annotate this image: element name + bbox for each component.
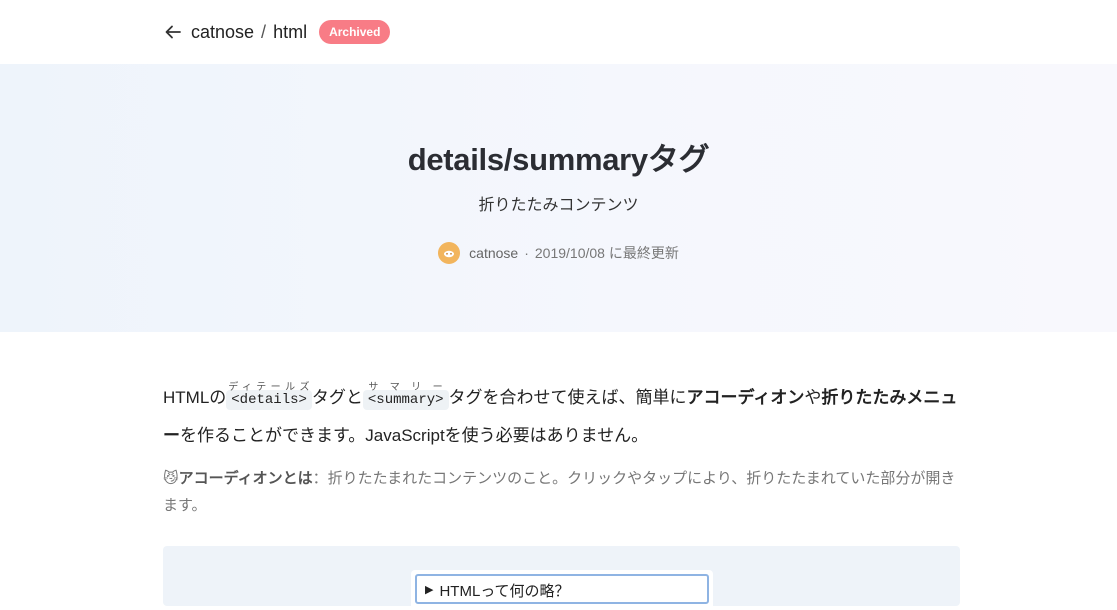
lead-text: や [804,388,822,407]
meta-separator: · [524,245,529,261]
breadcrumb-user-link[interactable]: catnose [191,22,254,43]
author-avatar[interactable] [438,242,461,264]
article-header: details/summaryタグ 折りたたみコンテンツ catnose · 2… [0,64,1117,332]
lead-text: を作ることができます。JavaScriptを使う必要はありません。 [180,426,649,445]
breadcrumb-topic-link[interactable]: html [273,22,307,43]
cat-emoji-icon: 😼 [163,470,179,487]
back-arrow-icon[interactable] [163,22,183,42]
archived-badge: Archived [319,20,391,44]
details-code: <details> [226,390,312,410]
triangle-right-icon: ▶ [425,584,434,596]
article-body: HTMLの <details>ディテールズタグと <summary>サマリータグを合… [163,380,960,519]
summary-code: <summary> [362,390,449,410]
author-name[interactable]: catnose [469,245,518,261]
cat-face-icon [444,250,455,258]
demo-box: ▶ HTMLって何の略？ [163,546,960,610]
breadcrumb: catnose / html Archived [163,18,391,46]
article-meta: catnose · 2019/10/08 に最終更新 [0,242,1117,264]
lead-text: タグを合わせて使えば、簡単に [448,388,687,407]
updated-date: 2019/10/08 に最終更新 [534,245,679,261]
demo-summary-label: HTMLって何の略？ [439,583,570,600]
details-term: <details>ディテールズ [226,382,312,410]
details-reading: ディテールズ [226,382,312,393]
summary-reading: サマリー [362,382,449,393]
page-subtitle: 折りたたみコンテンツ [478,197,639,214]
breadcrumb-separator: / [261,21,267,42]
summary-term: <summary>サマリー [362,382,449,410]
lead-text: タグと [311,388,363,407]
page-title: details/summaryタグ [407,142,710,177]
note-term: アコーディオンとは [178,470,313,487]
demo-details: ▶ HTMLって何の略？ [411,570,713,610]
lead-bold-accordion: アコーディオン [686,388,805,407]
lead-paragraph: HTMLの <details>ディテールズタグと <summary>サマリータグを合… [163,380,960,453]
definition-note: 😼アコーディオンとは：折りたたまれたコンテンツのこと。クリックやタップにより、折… [163,465,960,519]
lead-text: HTMLの [163,388,227,407]
top-bar: catnose / html Archived [0,0,1117,64]
